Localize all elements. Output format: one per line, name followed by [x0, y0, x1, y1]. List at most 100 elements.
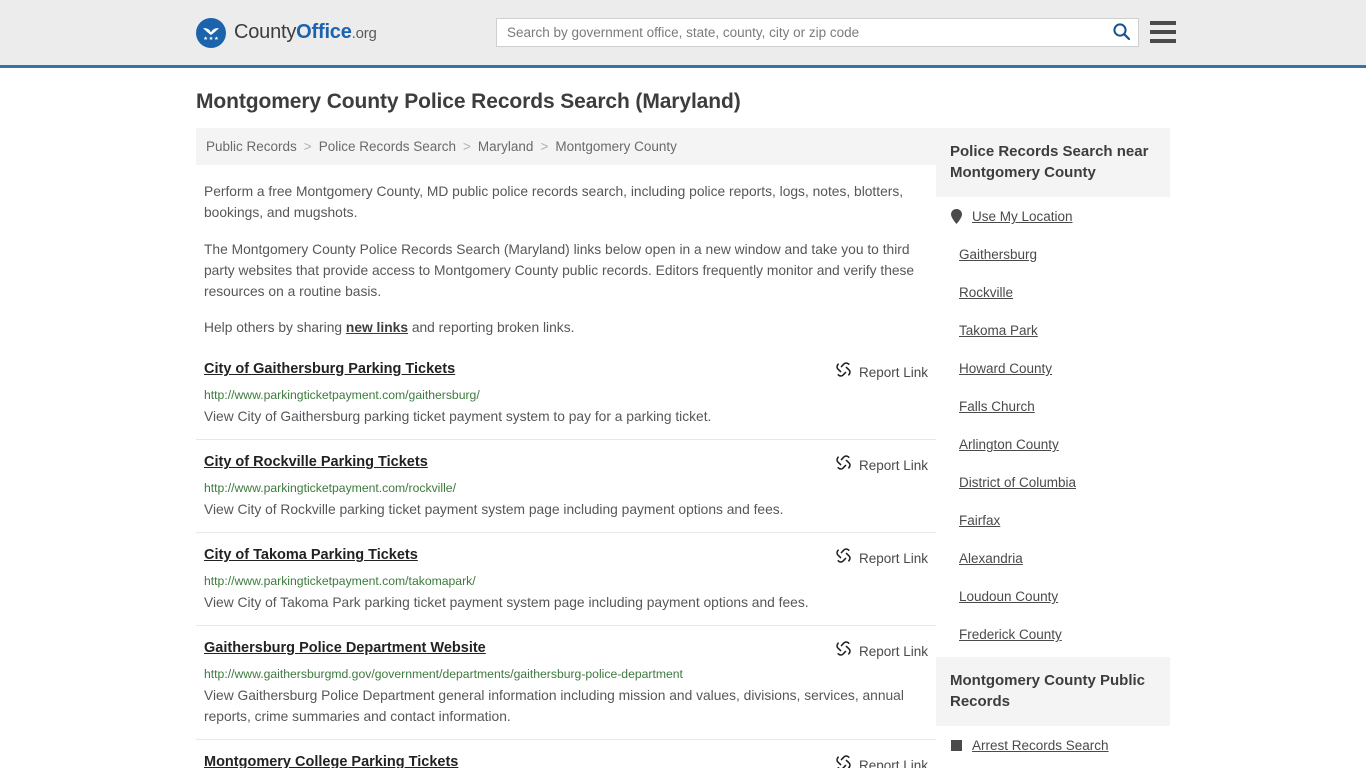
report-link-button[interactable]: Report Link — [835, 753, 928, 768]
result-item: City of Rockville Parking Tickets Report … — [196, 453, 936, 533]
sidebar-item[interactable]: Arlington County — [950, 425, 1156, 463]
report-link-button[interactable]: Report Link — [835, 453, 928, 476]
sidebar-item[interactable]: Fairfax — [950, 501, 1156, 539]
result-header: City of Gaithersburg Parking Tickets Repo… — [204, 360, 928, 383]
sidebar-item-label[interactable]: District of Columbia — [959, 474, 1076, 491]
hamburger-bar-2 — [1150, 30, 1176, 34]
hamburger-bar-1 — [1150, 21, 1176, 25]
breadcrumb-separator: > — [303, 139, 312, 154]
breadcrumb-separator: > — [540, 139, 549, 154]
sidebar-item-label[interactable]: Arrest Records Search — [972, 737, 1109, 754]
report-link-button[interactable]: Report Link — [835, 639, 928, 662]
logo-text-dotorg: .org — [351, 25, 377, 42]
result-description: View City of Takoma Park parking ticket … — [204, 595, 809, 610]
result-item: City of Takoma Parking Tickets Report Lin… — [196, 546, 936, 626]
intro-paragraph-3: Help others by sharing new links and rep… — [196, 317, 936, 338]
result-description: View City of Rockville parking ticket pa… — [204, 502, 784, 517]
logo-text-office: Office — [296, 21, 352, 43]
content-columns: Public Records > Police Records Search > Mar… — [196, 128, 1170, 768]
public-records-links-list: Arrest Records Search Court Records Searc… — [936, 726, 1170, 768]
result-header: City of Rockville Parking Tickets Report … — [204, 453, 928, 476]
result-item: Gaithersburg Police Department Website Re… — [196, 639, 936, 740]
search-icon — [1112, 22, 1131, 44]
sidebar-item-label[interactable]: Rockville — [959, 284, 1013, 301]
sidebar-item[interactable]: Takoma Park — [950, 311, 1156, 349]
site-header: CountyOffice.org — [0, 0, 1366, 68]
search-bar[interactable] — [496, 18, 1139, 47]
intro-text: Perform a free Montgomery County, MD pub… — [196, 181, 936, 338]
result-description: View City of Gaithersburg parking ticket… — [204, 409, 712, 424]
logo-wordmark: CountyOffice.org — [234, 21, 377, 44]
result-url[interactable]: http://www.parkingticketpayment.com/gait… — [204, 387, 928, 404]
report-link-label: Report Link — [858, 457, 928, 473]
search-input[interactable] — [497, 19, 1104, 46]
intro-p3-after: and reporting broken links. — [408, 320, 575, 335]
result-title-link[interactable]: Gaithersburg Police Department Website — [204, 639, 486, 658]
breadcrumb-separator: > — [463, 139, 471, 154]
broken-link-icon — [835, 454, 852, 476]
sidebar-item-label[interactable]: Falls Church — [959, 398, 1035, 415]
breadcrumb-item-2[interactable]: Maryland — [478, 139, 534, 154]
page-title: Montgomery County Police Records Search … — [196, 90, 741, 113]
results-list: City of Gaithersburg Parking Tickets Repo… — [196, 360, 936, 768]
intro-paragraph-1: Perform a free Montgomery County, MD pub… — [204, 184, 904, 220]
public-records-panel: Montgomery County Public Records Arrest … — [936, 657, 1170, 768]
result-title-link[interactable]: City of Gaithersburg Parking Tickets — [204, 360, 455, 379]
report-link-button[interactable]: Report Link — [835, 546, 928, 569]
sidebar-item[interactable]: Use My Location — [950, 197, 1156, 235]
sidebar-item[interactable]: Gaithersburg — [950, 235, 1156, 273]
page-container: Montgomery County Police Records Search … — [0, 90, 1366, 768]
sidebar-item-label[interactable]: Takoma Park — [959, 322, 1038, 339]
breadcrumb-item-3[interactable]: Montgomery County — [555, 139, 677, 154]
result-url[interactable]: http://www.parkingticketpayment.com/rock… — [204, 480, 928, 497]
sidebar-item-label[interactable]: Fairfax — [959, 512, 1000, 529]
result-header: Gaithersburg Police Department Website Re… — [204, 639, 928, 662]
result-title-link[interactable]: City of Rockville Parking Tickets — [204, 453, 428, 472]
sidebar-item[interactable]: Falls Church — [950, 387, 1156, 425]
hamburger-bar-3 — [1150, 39, 1176, 43]
sidebar-item[interactable]: Frederick County — [950, 615, 1156, 653]
nearby-panel-heading: Police Records Search near Montgomery Co… — [936, 128, 1170, 197]
search-button[interactable] — [1104, 19, 1138, 46]
broken-link-icon — [835, 361, 852, 383]
sidebar-item[interactable]: Arrest Records Search — [950, 726, 1156, 764]
sidebar-item-label[interactable]: Loudoun County — [959, 588, 1058, 605]
sidebar-item[interactable]: Loudoun County — [950, 577, 1156, 615]
sidebar-item[interactable]: Howard County — [950, 349, 1156, 387]
sidebar-item-label[interactable]: Arlington County — [959, 436, 1059, 453]
sidebar-item-label[interactable]: Use My Location — [972, 208, 1073, 225]
intro-p3-before: Help others by sharing — [204, 320, 346, 335]
main-content: Public Records > Police Records Search > Mar… — [196, 128, 936, 768]
site-logo[interactable]: CountyOffice.org — [196, 17, 377, 48]
sidebar-item[interactable]: Rockville — [950, 273, 1156, 311]
sidebar-item-label[interactable]: Alexandria — [959, 550, 1023, 567]
result-url[interactable]: http://www.gaithersburgmd.gov/government… — [204, 666, 928, 683]
new-links-link[interactable]: new links — [346, 320, 408, 335]
hamburger-menu-icon[interactable] — [1150, 21, 1176, 43]
sidebar-item[interactable]: Court Records Search — [950, 764, 1156, 768]
breadcrumb-item-1[interactable]: Police Records Search — [319, 139, 456, 154]
sidebar-item-label[interactable]: Howard County — [959, 360, 1052, 377]
logo-text-county: County — [234, 21, 297, 43]
public-records-panel-heading: Montgomery County Public Records — [936, 657, 1170, 726]
result-title-link[interactable]: Montgomery College Parking Tickets — [204, 753, 458, 768]
breadcrumb-item-0[interactable]: Public Records — [206, 139, 297, 154]
intro-paragraph-2: The Montgomery County Police Records Sea… — [204, 242, 915, 299]
result-header: Montgomery College Parking Tickets Report… — [204, 753, 928, 768]
sidebar-item-label[interactable]: Gaithersburg — [959, 246, 1037, 263]
sidebar-item[interactable]: District of Columbia — [950, 463, 1156, 501]
sidebar: Police Records Search near Montgomery Co… — [936, 128, 1170, 768]
nearby-panel: Police Records Search near Montgomery Co… — [936, 128, 1170, 653]
result-title-link[interactable]: City of Takoma Parking Tickets — [204, 546, 418, 565]
result-header: City of Takoma Parking Tickets Report Lin… — [204, 546, 928, 569]
nearby-links-list: Use My Location Gaithersburg Rockville Tako… — [936, 197, 1170, 653]
result-item: Montgomery College Parking Tickets Report… — [196, 753, 936, 768]
report-link-label: Report Link — [858, 550, 928, 566]
sidebar-item[interactable]: Alexandria — [950, 539, 1156, 577]
broken-link-icon — [835, 640, 852, 662]
broken-link-icon — [835, 547, 852, 569]
report-link-label: Report Link — [858, 364, 928, 380]
result-url[interactable]: http://www.parkingticketpayment.com/tako… — [204, 573, 928, 590]
report-link-button[interactable]: Report Link — [835, 360, 928, 383]
sidebar-item-label[interactable]: Frederick County — [959, 626, 1062, 643]
